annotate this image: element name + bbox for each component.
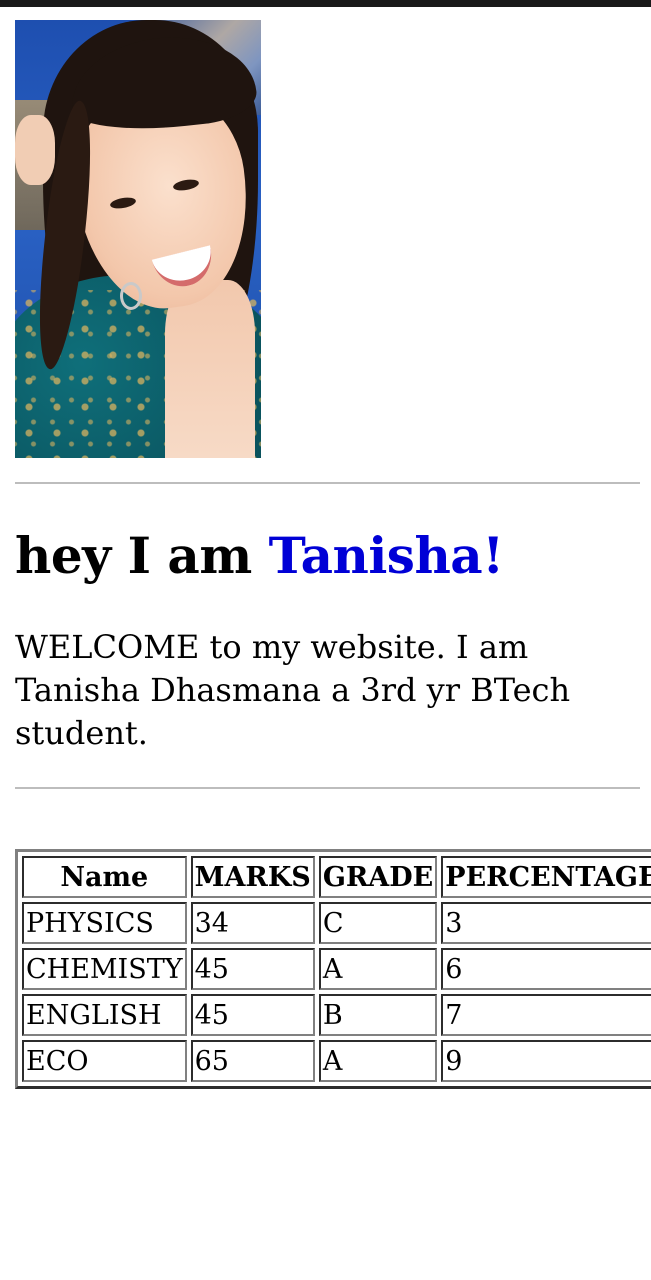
cell-marks: 65 — [190, 1040, 315, 1082]
table-row: ENGLISH 45 B 7 — [22, 994, 651, 1036]
header-percentage: PERCENTAGE — [441, 856, 651, 898]
cell-subject: ECO — [22, 1040, 187, 1082]
cell-percentage: 7 — [441, 994, 651, 1036]
marks-table: Name MARKS GRADE PERCENTAGE PHYSICS 34 C… — [15, 849, 651, 1089]
table-header-row: Name MARKS GRADE PERCENTAGE — [22, 856, 651, 898]
cell-subject: CHEMISTY — [22, 948, 187, 990]
table-row: CHEMISTY 45 A 6 — [22, 948, 651, 990]
page-content: hey I am Tanisha! WELCOME to my website.… — [15, 20, 651, 1089]
cell-percentage: 6 — [441, 948, 651, 990]
intro-text: WELCOME to my website. I am Tanisha Dhas… — [15, 628, 571, 752]
profile-photo — [15, 20, 261, 458]
arm — [15, 115, 55, 185]
header-name: Name — [22, 856, 187, 898]
earring — [120, 282, 142, 310]
cell-grade: A — [318, 1040, 438, 1082]
table-row: PHYSICS 34 C 3 — [22, 902, 651, 944]
cell-percentage: 9 — [441, 1040, 651, 1082]
title-prefix: hey I am — [15, 526, 269, 585]
cell-grade: B — [318, 994, 438, 1036]
cell-subject: PHYSICS — [22, 902, 187, 944]
divider-top — [15, 482, 640, 484]
top-bar — [0, 0, 651, 7]
cell-subject: ENGLISH — [22, 994, 187, 1036]
header-marks: MARKS — [190, 856, 315, 898]
cell-marks: 45 — [190, 948, 315, 990]
cell-marks: 34 — [190, 902, 315, 944]
page-title: hey I am Tanisha! — [15, 526, 640, 586]
cell-percentage: 3 — [441, 902, 651, 944]
header-grade: GRADE — [318, 856, 438, 898]
cell-marks: 45 — [190, 994, 315, 1036]
cell-grade: A — [318, 948, 438, 990]
cell-grade: C — [318, 902, 438, 944]
table-row: ECO 65 A 9 — [22, 1040, 651, 1082]
title-name: Tanisha! — [268, 526, 505, 585]
divider-bottom — [15, 787, 640, 789]
